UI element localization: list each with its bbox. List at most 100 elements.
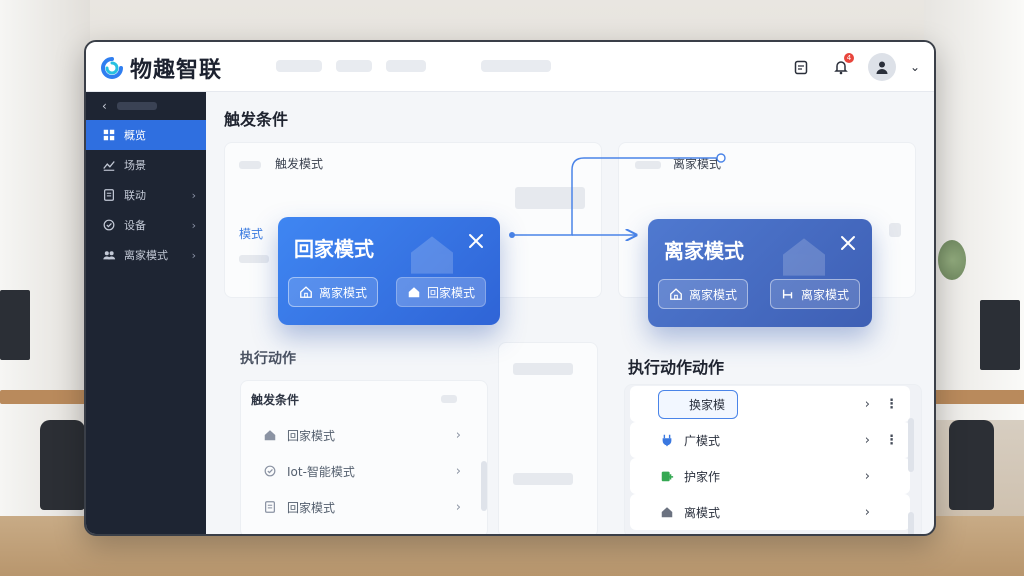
- sidebar-item[interactable]: 设备 ›: [86, 210, 206, 240]
- sidebar-back[interactable]: ‹: [86, 92, 206, 120]
- blurred-nav-item: [336, 60, 372, 72]
- chevron-right-icon[interactable]: ›: [865, 397, 870, 412]
- document-icon: [104, 189, 114, 201]
- notification-badge: 4: [843, 53, 854, 63]
- list-item-label: 回家模式: [287, 428, 336, 443]
- action-row[interactable]: 广模式 › ⋮: [630, 422, 910, 458]
- house-outline-icon: [300, 286, 312, 298]
- action-list: 换家模 › ⋮ 广模式 › ⋮ 护家作 › 离模式 › 离家模式›: [630, 386, 910, 534]
- house-icon: [661, 507, 673, 518]
- brand-name: 物趣智联: [130, 58, 223, 83]
- close-icon[interactable]: [466, 231, 486, 251]
- sidebar-item[interactable]: 联动 ›: [86, 180, 206, 210]
- close-icon[interactable]: [838, 233, 858, 253]
- chevron-left-icon: ‹: [102, 99, 107, 113]
- scene-icon: [103, 161, 115, 171]
- blurred-block: [515, 187, 585, 209]
- action-scrollbar-lower[interactable]: [908, 512, 914, 534]
- chevron-right-icon[interactable]: ›: [865, 469, 870, 484]
- chevron-right-icon: ›: [455, 499, 461, 515]
- sidebar-item-label: 设备: [124, 219, 146, 232]
- brand-logo-icon: [101, 57, 123, 79]
- list-item-label: 回家模式: [287, 500, 336, 515]
- sidebar-item-label: 场景: [124, 159, 146, 172]
- chevron-right-icon: ›: [191, 188, 196, 202]
- action-row[interactable]: 离家模式›: [630, 530, 910, 534]
- away-card-chip-away-label: 离家模式: [689, 287, 738, 302]
- ghost-house-icon: [783, 238, 825, 276]
- home-card-chip-away[interactable]: 离家模式: [288, 277, 379, 307]
- background-monitor-left: [0, 290, 30, 360]
- blurred-nav-item: [481, 60, 551, 72]
- plug-icon: [662, 434, 672, 447]
- user-icon: [876, 61, 888, 74]
- sidebar-item[interactable]: 概览: [86, 120, 206, 150]
- house-icon: [264, 430, 276, 441]
- notifications-button[interactable]: 4: [828, 53, 854, 80]
- blurred-block: [889, 223, 901, 237]
- trigger-heading: 触发条件: [224, 110, 289, 129]
- away-mode-card[interactable]: 离家模式 离家模式 离家模式: [648, 219, 872, 327]
- top-actions: 4 ⌄: [788, 53, 920, 81]
- action-row[interactable]: 护家作 ›: [630, 458, 910, 494]
- trigger-panel-right-title: 离家模式: [673, 157, 722, 171]
- sidebar-item-label: 联动: [124, 189, 146, 202]
- main-content: 触发条件 触发模式 模式 离家模式 执行动作 触发条件 回家模式 › Iot-智…: [206, 92, 934, 537]
- blurred-nav-item: [386, 60, 426, 72]
- home-mode-title: 回家模式: [294, 237, 374, 261]
- action-row-label: 广模式: [684, 433, 721, 448]
- house-filled-icon: [408, 287, 420, 298]
- chevron-right-icon: ›: [455, 427, 461, 443]
- side-mode-text: 模式: [239, 227, 264, 241]
- blurred-block: [513, 363, 573, 375]
- away-card-chip-second[interactable]: 离家模式: [770, 279, 861, 309]
- chevron-right-icon: ›: [191, 218, 196, 232]
- ghost-house-icon: [411, 236, 453, 274]
- sidebar-item[interactable]: 离家模式 ›: [86, 240, 206, 270]
- house-outline-icon: [670, 288, 682, 300]
- avatar[interactable]: [867, 53, 896, 81]
- list-item[interactable]: Iot-智能模式 ›: [241, 453, 487, 489]
- chair-icon: [782, 289, 793, 299]
- list-item[interactable]: 回家模式 ›: [241, 489, 487, 525]
- chevron-right-icon: ›: [191, 248, 196, 262]
- home-card-chip-home-label: 回家模式: [427, 285, 476, 300]
- sidebar: ‹ 概览场景联动 › 设备 › 离家模式 ›: [86, 92, 206, 534]
- home-mode-card[interactable]: 回家模式 离家模式 回家模式: [278, 217, 500, 325]
- users-icon: [103, 251, 116, 260]
- left-action-list: 触发条件 回家模式 › Iot-智能模式 › 回家模式 › 智能: [240, 380, 488, 537]
- left-scrollbar[interactable]: [481, 461, 487, 511]
- away-card-chip-away[interactable]: 离家模式: [658, 279, 749, 309]
- blurred-nav-item: [276, 60, 322, 72]
- blurred-text: [239, 255, 269, 263]
- background-desk-right: [924, 390, 1024, 404]
- sidebar-item-label: 离家模式: [124, 249, 168, 262]
- action-scrollbar[interactable]: [908, 418, 914, 472]
- chevron-right-icon[interactable]: ›: [865, 505, 870, 520]
- blurred-text: [441, 395, 457, 403]
- brand[interactable]: 物趣智联: [100, 52, 222, 84]
- device-plus-icon: [661, 471, 674, 482]
- exec-heading-right: 执行动作动作: [628, 358, 725, 377]
- device-icon: [103, 219, 115, 231]
- chevron-right-icon: ›: [455, 463, 461, 479]
- action-row[interactable]: 离模式 ›: [630, 494, 910, 530]
- chevron-right-icon[interactable]: ›: [865, 433, 870, 448]
- left-list-footer[interactable]: 智能: [241, 525, 487, 537]
- top-bar: 物趣智联 4 ⌄: [86, 42, 934, 92]
- blurred-label: [116, 102, 157, 110]
- tasks-button[interactable]: [788, 54, 814, 80]
- away-card-chip-second-label: 离家模式: [801, 287, 850, 302]
- background-desk-left: [0, 390, 90, 404]
- action-row-label: 换家模: [658, 389, 739, 419]
- app-window: 物趣智联 4 ⌄ ‹ 概览 场景 联动 › 设备 › 离家模式 › 触发条件 触…: [84, 40, 936, 536]
- action-row[interactable]: 换家模 › ⋮: [630, 386, 910, 422]
- left-list-footer-label: 智能: [251, 535, 275, 537]
- more-options-icon[interactable]: ⋮: [885, 397, 898, 412]
- home-card-chip-home[interactable]: 回家模式: [396, 277, 487, 307]
- sidebar-item[interactable]: 场景: [86, 150, 206, 180]
- list-item[interactable]: 回家模式 ›: [241, 417, 487, 453]
- action-row-label: 护家作: [684, 469, 721, 484]
- chevron-down-icon[interactable]: ⌄: [910, 60, 920, 74]
- more-options-icon[interactable]: ⋮: [885, 433, 898, 448]
